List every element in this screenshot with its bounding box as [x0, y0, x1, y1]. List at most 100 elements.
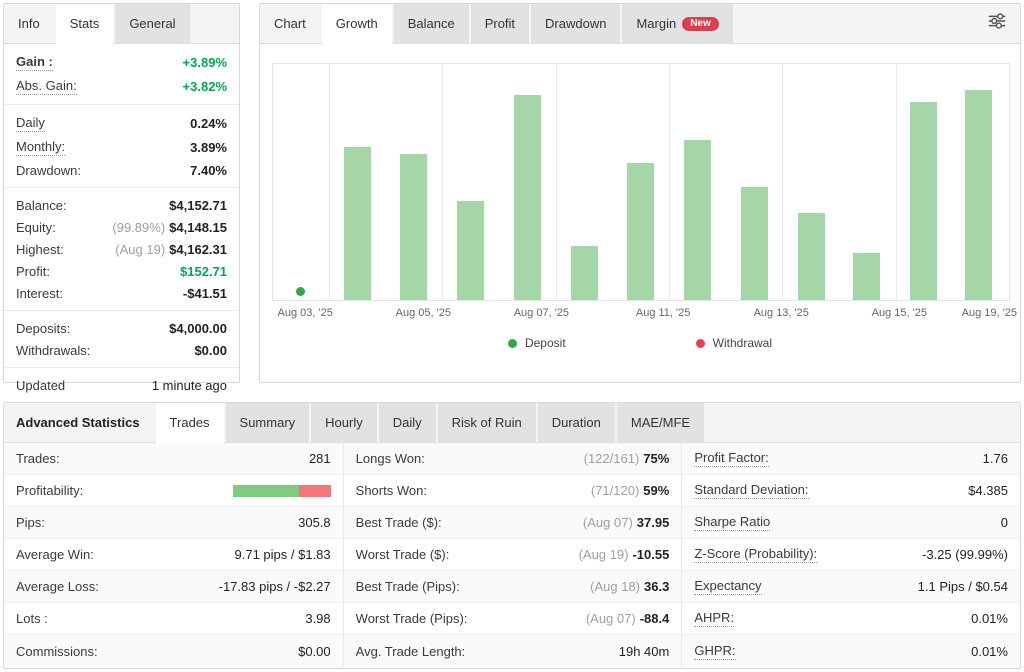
chart-legend: Deposit Withdrawal: [260, 336, 1020, 350]
legend-item-deposit[interactable]: Deposit: [508, 336, 566, 350]
stat-row-equity: Equity:(99.89%)$4,148.15: [4, 216, 239, 238]
stat-value: -17.83 pips / -$2.27: [219, 579, 331, 594]
stat-value: 1.1 Pips / $0.54: [918, 579, 1008, 594]
stat-value: 0.24%: [190, 116, 227, 131]
stat-label[interactable]: Daily: [16, 115, 45, 132]
stat-row-best-trade: Best Trade ($):(Aug 07)37.95: [344, 507, 682, 539]
stats-tab-summary[interactable]: Summary: [226, 403, 310, 442]
stats-group: Deposits:$4,000.00Withdrawals:$0.00: [4, 311, 239, 368]
tab-label: General: [129, 16, 175, 31]
stats-tab-daily[interactable]: Daily: [379, 403, 436, 442]
stat-label[interactable]: Gain :: [16, 54, 53, 71]
growth-bar-chart: [272, 63, 1010, 301]
left-tab-general[interactable]: General: [115, 4, 189, 43]
growth-bar[interactable]: [344, 147, 371, 300]
growth-bar[interactable]: [400, 154, 427, 300]
growth-bar[interactable]: [684, 140, 711, 300]
profitability-bar[interactable]: [233, 485, 331, 497]
stat-value: 0.01%: [971, 611, 1008, 626]
chart-tab-growth[interactable]: Growth: [322, 4, 392, 44]
stat-row-commissions: Commissions:$0.00: [4, 635, 343, 667]
chart-tab-balance[interactable]: Balance: [394, 4, 469, 43]
stat-label: Commissions:: [16, 644, 98, 659]
chart-settings-button[interactable]: [974, 4, 1020, 43]
stat-value: $4,000.00: [169, 321, 227, 336]
growth-bar[interactable]: [457, 201, 484, 300]
stat-row-profit-factor: Profit Factor:1.76: [682, 443, 1020, 475]
stat-value: 0: [1001, 515, 1008, 530]
stats-tab-hourly[interactable]: Hourly: [311, 403, 377, 442]
stats-tab-risk-of-ruin[interactable]: Risk of Ruin: [438, 403, 536, 442]
tab-label: Balance: [408, 16, 455, 31]
stat-label[interactable]: Sharpe Ratio: [694, 514, 770, 531]
stat-value-note: (Aug 07): [586, 611, 636, 626]
vertical-gridline: [896, 64, 897, 300]
growth-bar[interactable]: [514, 95, 541, 300]
stat-row-average-loss: Average Loss:-17.83 pips / -$2.27: [4, 571, 343, 603]
growth-bar[interactable]: [910, 102, 937, 300]
growth-bar[interactable]: [965, 90, 992, 300]
tab-label: Info: [18, 16, 40, 31]
left-tab-stats[interactable]: Stats: [56, 4, 114, 44]
stats-tab-duration[interactable]: Duration: [538, 403, 615, 442]
deposit-marker[interactable]: [296, 287, 305, 296]
stat-label[interactable]: Z-Score (Probability):: [694, 546, 817, 563]
tab-label: Growth: [336, 16, 378, 31]
stats-tab-trades[interactable]: Trades: [156, 403, 224, 443]
stat-value: $4.385: [968, 483, 1008, 498]
tab-label: Duration: [552, 415, 601, 430]
stat-row-best-trade-pips: Best Trade (Pips):(Aug 18)36.3: [344, 571, 682, 603]
stat-label: Average Win:: [16, 547, 94, 562]
chart-tab-chart[interactable]: Chart: [260, 4, 320, 43]
stat-label[interactable]: GHPR:: [694, 643, 735, 660]
stat-value: (Aug 07)-88.4: [586, 611, 670, 626]
stat-value-note: (122/161): [584, 451, 640, 466]
stat-row-shorts-won: Shorts Won:(71/120)59%: [344, 475, 682, 507]
legend-deposit-label: Deposit: [525, 336, 566, 350]
stat-value: (Aug 19)-10.55: [579, 547, 670, 562]
stat-value-note: (Aug 18): [590, 579, 640, 594]
vertical-gridline: [669, 64, 670, 300]
stat-row-z-score-probability: Z-Score (Probability): -3.25 (99.99%): [682, 539, 1020, 571]
trade-statistics-table: Trades:281Profitability:Pips:305.8Averag…: [4, 443, 1020, 667]
stat-row-worst-trade-pips: Worst Trade (Pips): (Aug 07)-88.4: [344, 603, 682, 635]
stat-row-longs-won: Longs Won:(122/161)75%: [344, 443, 682, 475]
stat-value: -3.25 (99.99%): [922, 547, 1008, 562]
stat-value: $0.00: [194, 343, 227, 358]
stat-label: Worst Trade ($):: [356, 547, 450, 562]
stats-tab-mae-mfe[interactable]: MAE/MFE: [617, 403, 704, 442]
x-axis-tick-label: Aug 07, '25: [514, 307, 569, 319]
stat-label: Worst Trade (Pips):: [356, 611, 468, 626]
stat-value: 0.01%: [971, 644, 1008, 659]
vertical-gridline: [442, 64, 443, 300]
chart-x-axis-labels: Aug 03, '25Aug 05, '25Aug 07, '25Aug 11,…: [272, 307, 1010, 321]
stat-label[interactable]: Monthly:: [16, 139, 65, 156]
stat-value: 305.8: [298, 515, 331, 530]
stat-label[interactable]: Standard Deviation:: [694, 482, 808, 499]
stat-label: Highest:: [16, 242, 64, 257]
stats-column: Trades:281Profitability:Pips:305.8Averag…: [4, 443, 343, 667]
stat-value-note: (99.89%): [112, 220, 165, 235]
stat-label[interactable]: Expectancy: [694, 578, 761, 595]
chart-tab-drawdown[interactable]: Drawdown: [531, 4, 620, 43]
stat-label[interactable]: Profit Factor:: [694, 450, 768, 467]
stat-label[interactable]: AHPR:: [694, 610, 734, 627]
stat-row-monthly: Monthly:3.89%: [4, 135, 239, 159]
stat-value: (71/120)59%: [591, 483, 669, 498]
withdrawal-dot-icon: [696, 339, 705, 348]
growth-bar[interactable]: [853, 253, 880, 300]
growth-bar[interactable]: [627, 163, 654, 300]
stat-row-avg-trade-length: Avg. Trade Length:19h 40m: [344, 635, 682, 667]
growth-bar[interactable]: [571, 246, 598, 300]
growth-bar[interactable]: [741, 187, 768, 300]
account-stats-panel: InfoStatsGeneral Gain :+3.89%Abs. Gain:+…: [3, 3, 240, 383]
growth-bar[interactable]: [798, 213, 825, 300]
stat-label: Balance:: [16, 198, 67, 213]
legend-item-withdrawal[interactable]: Withdrawal: [696, 336, 772, 350]
left-tab-info[interactable]: Info: [4, 4, 54, 43]
header-spacer: [735, 4, 974, 43]
chart-tab-profit[interactable]: Profit: [471, 4, 529, 43]
chart-tab-margin[interactable]: MarginNew: [622, 4, 732, 43]
legend-withdrawal-label: Withdrawal: [713, 336, 772, 350]
stat-label[interactable]: Abs. Gain:: [16, 78, 77, 95]
